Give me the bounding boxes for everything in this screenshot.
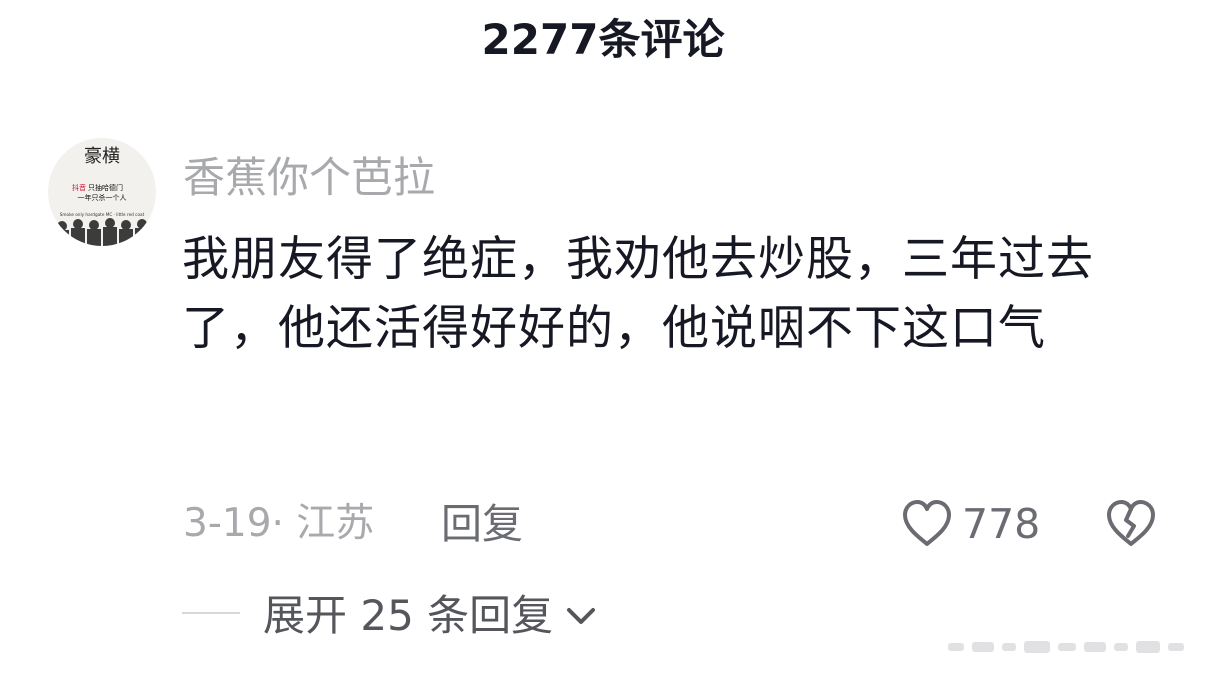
watermark-pattern (948, 641, 1184, 653)
expand-replies-label: 展开 25 条回复 (263, 591, 554, 640)
comment-username[interactable]: 香蕉你个芭拉 (183, 150, 435, 206)
expand-replies-button[interactable]: 展开 25 条回复 (263, 586, 599, 646)
avatar[interactable]: 豪横 抖音 只抽哈德门 一年只杀一个人 Smoke only hardgate … (48, 138, 156, 246)
avatar-line1-text: 只抽哈德门 (88, 183, 123, 192)
avatar-line3-text: Smoke only hardgate MC · little red coat (60, 212, 145, 217)
comment-text: 我朋友得了绝症，我劝他去炒股，三年过去了，他还活得好好的，他说咽不下这口气 (182, 232, 1094, 356)
heart-outline-icon[interactable] (901, 498, 953, 548)
reply-button[interactable]: 回复 (441, 496, 523, 552)
chevron-down-icon (567, 608, 596, 624)
avatar-line2-text: 一年只杀一个人 (78, 193, 127, 202)
like-count: 778 (962, 500, 1041, 548)
avatar-title-text: 豪横 (84, 146, 120, 167)
replies-divider (182, 612, 240, 614)
avatar-image: 豪横 抖音 只抽哈德门 一年只杀一个人 Smoke only hardgate … (48, 138, 156, 246)
avatar-red-text: 抖音 (72, 183, 86, 192)
comment-date-location: 3-19· 江苏 (183, 501, 375, 546)
comments-count-title: 2277条评论 (481, 15, 725, 64)
broken-heart-icon[interactable] (1104, 498, 1158, 548)
